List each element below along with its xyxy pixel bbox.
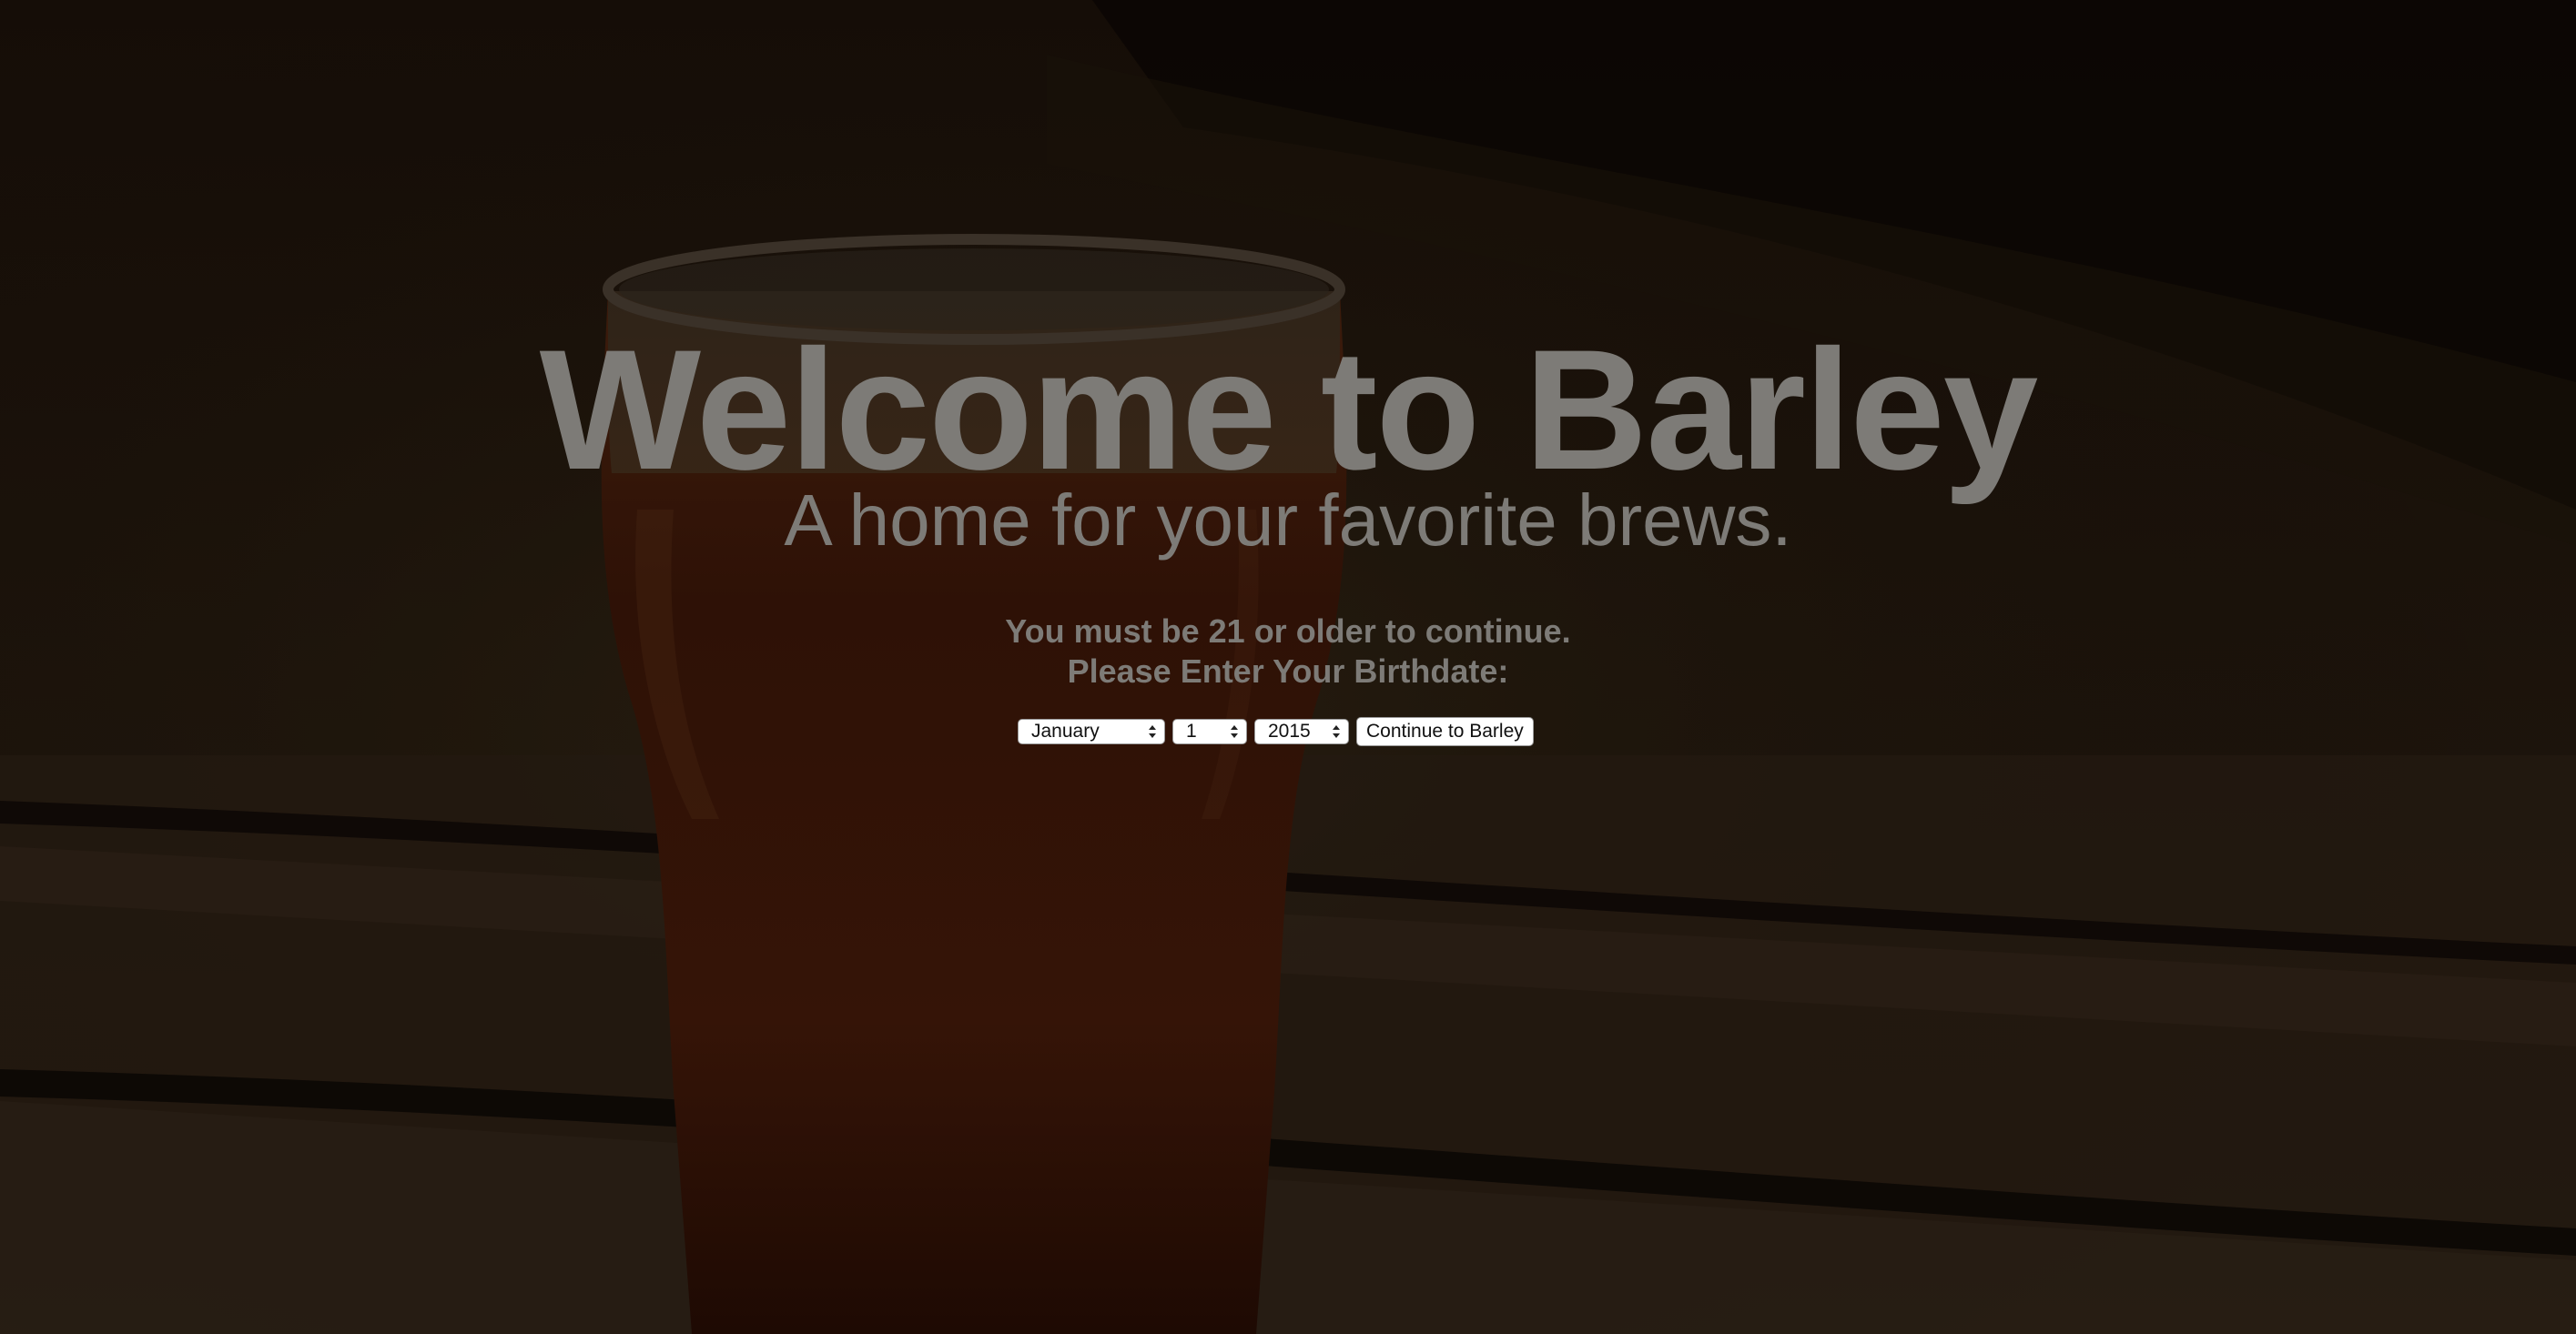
day-select-value: 1 (1186, 721, 1197, 742)
select-arrows-icon (1333, 725, 1340, 738)
page-title: Welcome to Barley (539, 314, 2039, 505)
year-select[interactable]: 2015 (1254, 719, 1349, 744)
year-select-value: 2015 (1268, 721, 1311, 742)
select-arrows-icon (1231, 725, 1238, 738)
age-notice: You must be 21 or older to continue. Ple… (0, 611, 2576, 692)
birthdate-form: January 1 2015 Continue to Barley (1018, 717, 1534, 746)
select-arrows-icon (1149, 725, 1156, 738)
age-requirement-text: You must be 21 or older to continue. (1005, 612, 1571, 650)
month-select[interactable]: January (1018, 719, 1165, 744)
month-select-value: January (1031, 721, 1100, 742)
day-select[interactable]: 1 (1172, 719, 1247, 744)
continue-button[interactable]: Continue to Barley (1356, 717, 1534, 746)
page-subtitle: A home for your favorite brews. (784, 480, 1792, 561)
birthdate-prompt: Please Enter Your Birthdate: (1067, 652, 1509, 690)
age-gate-page: Welcome to Barley A home for your favori… (0, 0, 2576, 1334)
